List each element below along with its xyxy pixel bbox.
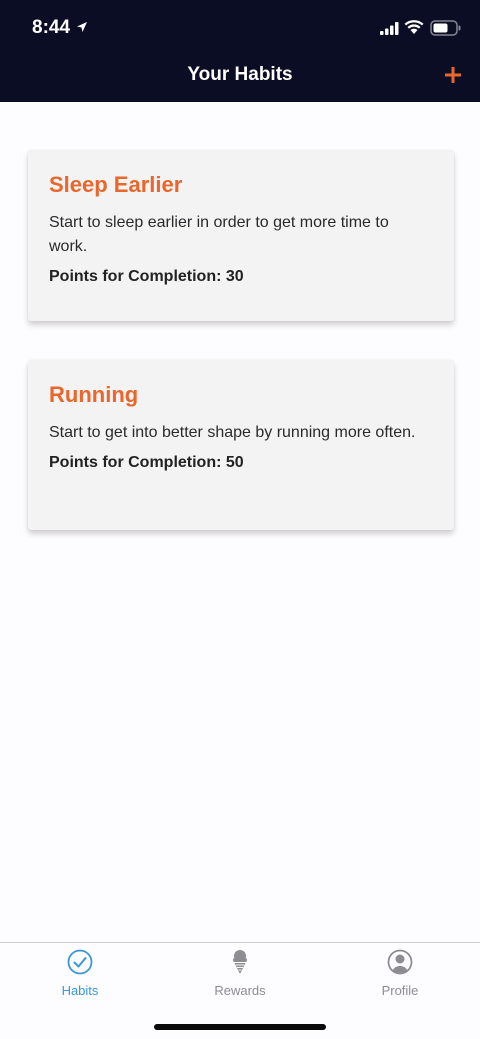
habit-points: Points for Completion: 30 [49,268,244,285]
ice-cream-icon [233,950,247,974]
tab-rewards[interactable]: Rewards [160,943,320,1013]
tab-label: Rewards [214,983,266,998]
wifi-icon [404,20,424,34]
top-bar: 8:44 Your Habits [0,0,480,102]
habit-points: Points for Completion: 50 [49,454,244,471]
status-time: 8:44 [32,17,71,38]
habit-card[interactable]: Running Start to get into better shape b… [28,360,454,530]
check-circle-icon [67,949,93,975]
battery-icon [430,20,461,36]
cellular-signal-icon [380,22,399,35]
tab-label: Profile [381,983,419,998]
plus-icon[interactable] [440,62,466,88]
habit-title: Sleep Earlier [49,172,183,197]
habit-description: Start to get into better shape by runnin… [49,424,416,441]
tab-profile[interactable]: Profile [320,943,480,1013]
location-arrow-icon [77,22,87,32]
tab-habits[interactable]: Habits [0,943,160,1013]
habit-card[interactable]: Sleep Earlier Start to sleep earlier in … [28,150,454,321]
user-circle-icon [387,949,413,975]
habit-title: Running [49,382,139,407]
status-bar: 8:44 [0,0,480,58]
habit-description: Start to sleep earlier in order to get m… [49,214,389,255]
page-title: Your Habits [187,64,293,85]
tab-label: Habits [61,983,99,998]
home-indicator[interactable] [154,1024,326,1030]
